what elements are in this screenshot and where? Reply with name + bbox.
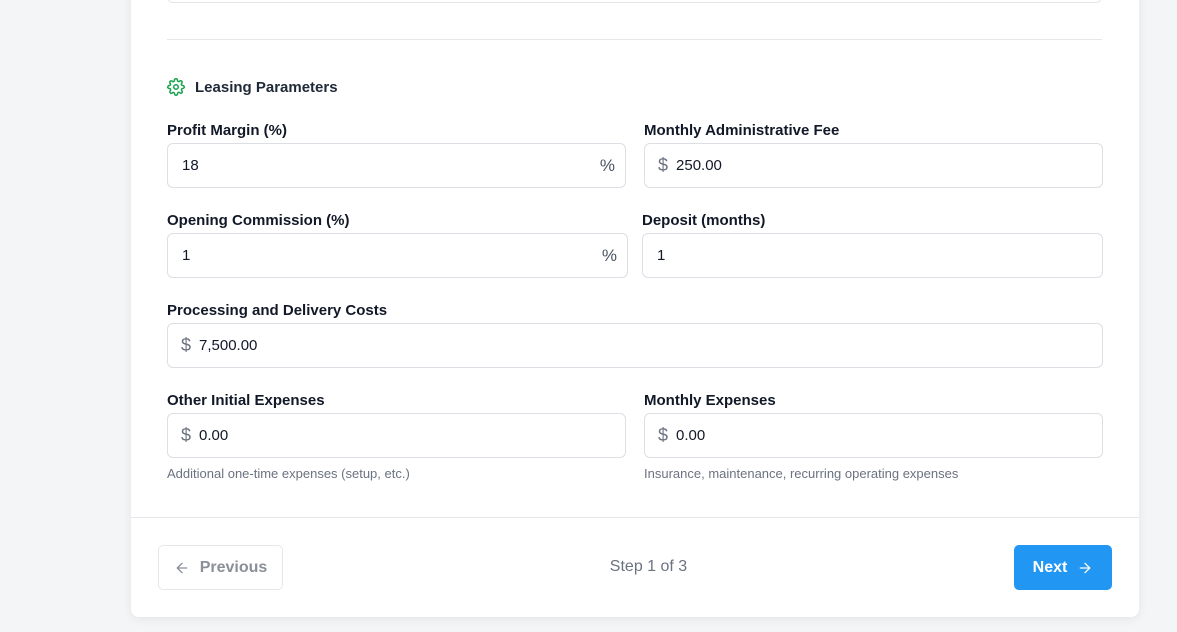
percent-icon: % — [601, 245, 617, 265]
monthly-admin-fee-input[interactable]: $ 250.00 — [644, 143, 1103, 188]
next-label: Next — [1032, 558, 1068, 576]
opening-commission-label: Opening Commission (%) — [167, 212, 350, 229]
previous-label: Previous — [199, 558, 268, 576]
processing-delivery-label: Processing and Delivery Costs — [167, 302, 388, 319]
deposit-months-label: Deposit (months) — [642, 212, 766, 229]
monthly-admin-fee-value: 250.00 — [676, 157, 722, 174]
opening-commission-value: 1 — [182, 247, 191, 264]
arrow-left-icon — [174, 560, 190, 576]
percent-icon: % — [599, 155, 615, 175]
other-initial-label: Other Initial Expenses — [167, 392, 325, 409]
deposit-months-value: 1 — [657, 247, 666, 264]
monthly-expenses-label: Monthly Expenses — [644, 392, 776, 409]
dollar-icon: $ — [658, 155, 669, 175]
processing-delivery-input[interactable]: $ 7,500.00 — [167, 323, 1103, 368]
section-divider — [167, 39, 1102, 40]
profit-margin-input[interactable]: 18 % — [167, 143, 626, 188]
form-card: Leasing Parameters Profit Margin (%) 18 … — [131, 0, 1139, 617]
processing-delivery-value: 7,500.00 — [199, 337, 258, 354]
profit-margin-value: 18 — [182, 157, 199, 174]
monthly-admin-fee-label: Monthly Administrative Fee — [644, 122, 840, 139]
arrow-right-icon — [1077, 560, 1093, 576]
opening-commission-input[interactable]: 1 % — [167, 233, 628, 278]
dollar-icon: $ — [181, 425, 192, 445]
other-initial-help: Additional one-time expenses (setup, etc… — [167, 466, 410, 481]
dollar-icon: $ — [658, 425, 669, 445]
step-indicator: Step 1 of 3 — [609, 558, 688, 575]
gear-icon — [167, 78, 185, 96]
other-initial-input[interactable]: $ 0.00 — [167, 413, 626, 458]
next-button[interactable]: Next — [1014, 545, 1112, 590]
monthly-expenses-input[interactable]: $ 0.00 — [644, 413, 1103, 458]
profit-margin-label: Profit Margin (%) — [167, 122, 287, 139]
other-initial-value: 0.00 — [199, 427, 229, 444]
deposit-months-input[interactable]: 1 — [642, 233, 1103, 278]
previous-button[interactable]: Previous — [158, 545, 283, 590]
dollar-icon: $ — [181, 335, 192, 355]
footer-divider — [131, 517, 1139, 518]
monthly-expenses-value: 0.00 — [676, 427, 706, 444]
previous-field-edge — [167, 0, 1102, 3]
section-header: Leasing Parameters — [167, 77, 338, 97]
monthly-expenses-help: Insurance, maintenance, recurring operat… — [644, 466, 959, 481]
section-title: Leasing Parameters — [195, 78, 338, 96]
